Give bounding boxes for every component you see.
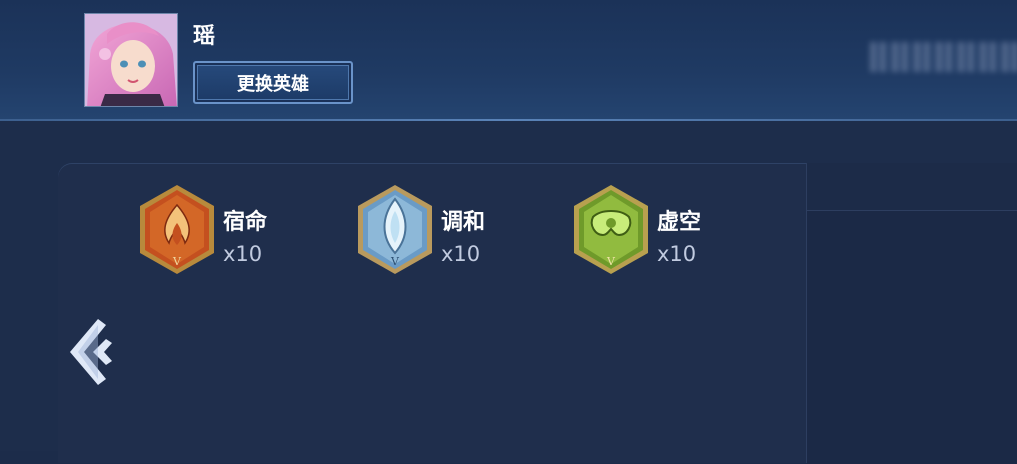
- side-panel: [806, 163, 1017, 464]
- rune-name: 宿命: [223, 210, 268, 235]
- change-hero-button[interactable]: 更换英雄: [193, 61, 353, 104]
- back-arrow-icon: [70, 319, 112, 385]
- svg-text:V: V: [606, 255, 616, 268]
- rune-item-void[interactable]: V 虚空 x10: [571, 183, 771, 283]
- rune-item-fate[interactable]: V 宿命 x10: [137, 183, 337, 283]
- rune-count: x10: [223, 242, 263, 266]
- hero-portrait: [85, 14, 177, 106]
- rune-count: x10: [441, 242, 481, 266]
- svg-text:V: V: [172, 255, 182, 268]
- rune-item-harmony[interactable]: V 调和 x10: [355, 183, 555, 283]
- back-arrow-button[interactable]: [66, 317, 120, 387]
- side-panel-body: [807, 210, 1017, 464]
- void-rune-icon: V: [574, 185, 648, 274]
- rune-count: x10: [657, 242, 697, 266]
- rune-name: 调和: [441, 210, 486, 235]
- fire-rune-icon: V: [140, 185, 214, 274]
- water-rune-icon: V: [358, 185, 432, 274]
- hero-avatar[interactable]: [84, 13, 178, 107]
- blurred-text: [870, 42, 1017, 72]
- svg-text:V: V: [390, 255, 400, 268]
- hero-name: 瑶: [193, 24, 216, 49]
- rune-name: 虚空: [657, 210, 702, 235]
